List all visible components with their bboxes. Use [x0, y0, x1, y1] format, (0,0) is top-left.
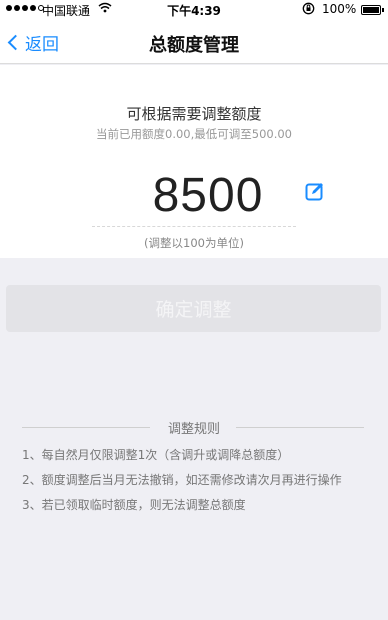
- adjust-subtitle: 当前已用额度0.00,最低可调至500.00: [96, 127, 292, 141]
- rotation-lock-icon: [302, 2, 315, 18]
- page-title: 总额度管理: [149, 35, 239, 56]
- amount-underline: [92, 226, 296, 227]
- rule-item: 2、额度调整后当月无法撤销，如还需修改请次月再进行操作: [22, 473, 342, 487]
- confirm-adjust-button[interactable]: 确定调整: [6, 285, 381, 332]
- amount-input[interactable]: 8500: [0, 168, 388, 223]
- navigation-bar: 返回 总额度管理: [0, 20, 388, 64]
- battery-tip: [382, 8, 384, 12]
- unit-hint: (调整以100为单位): [144, 236, 244, 250]
- status-bar: 中国联通 下午4:39 100%: [0, 0, 388, 20]
- adjust-heading: 可根据需要调整额度: [126, 105, 262, 123]
- rule-item: 3、若已领取临时额度，则无法调整总额度: [22, 498, 246, 512]
- battery-icon: [361, 5, 381, 15]
- amount-adjust-card: 可根据需要调整额度 当前已用额度0.00,最低可调至500.00 8500 (调…: [0, 65, 388, 258]
- battery-percentage: 100%: [322, 2, 357, 16]
- edit-icon[interactable]: [305, 181, 325, 201]
- rule-item: 1、每自然月仅限调整1次（含调升或调降总额度）: [22, 448, 290, 462]
- rules-divider-right: [236, 427, 364, 428]
